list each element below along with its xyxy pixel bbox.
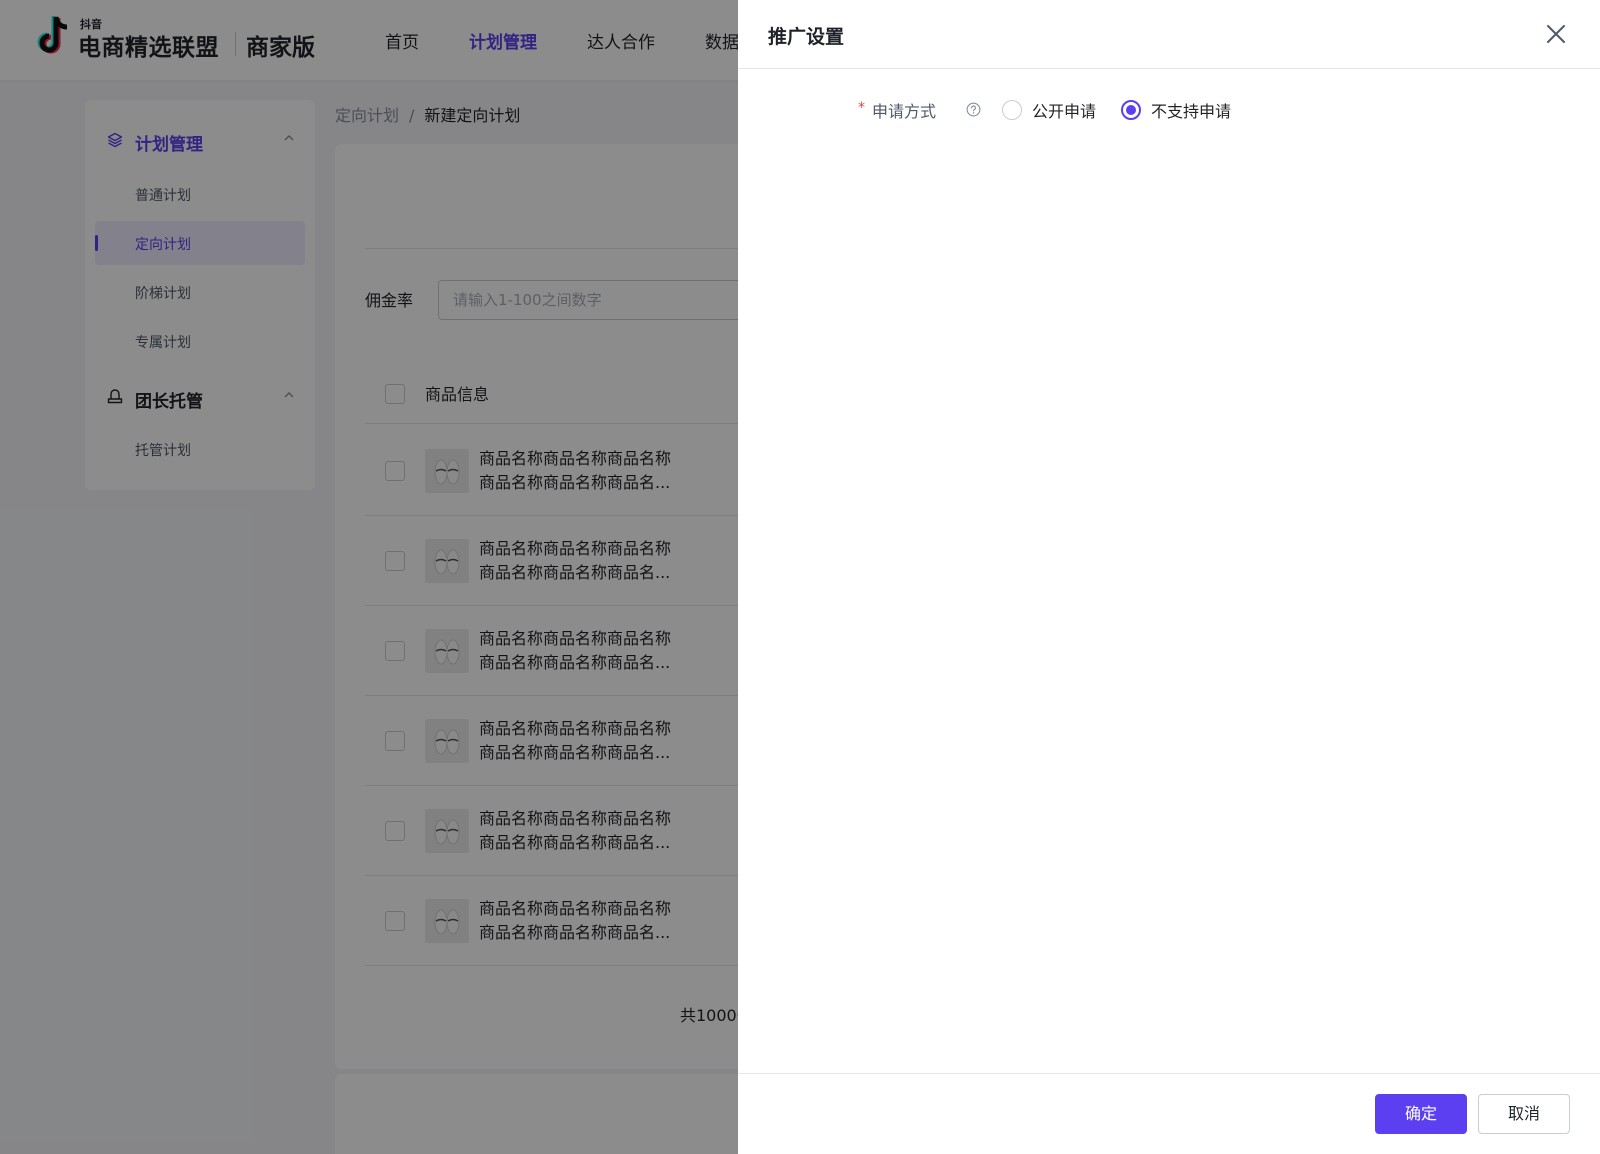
drawer-header-divider — [738, 68, 1600, 69]
required-mark: * — [858, 100, 865, 116]
cancel-button[interactable]: 取消 — [1478, 1094, 1570, 1134]
radio-label[interactable]: 公开申请 — [1032, 98, 1096, 122]
radio-circle[interactable] — [1002, 100, 1022, 120]
drawer-footer-divider — [738, 1073, 1600, 1074]
question-circle-icon[interactable] — [966, 102, 981, 117]
radio-label[interactable]: 不支持申请 — [1151, 98, 1231, 122]
radio-circle[interactable] — [1121, 100, 1141, 120]
application-method-label: 申请方式 — [872, 102, 937, 121]
confirm-button[interactable]: 确定 — [1375, 1094, 1467, 1134]
close-icon[interactable] — [1544, 22, 1568, 46]
drawer-title: 推广设置 — [768, 26, 845, 48]
promotion-settings-drawer: 推广设置 * 申请方式 公开申请 不支持申请 确定 取消 — [738, 0, 1600, 1154]
